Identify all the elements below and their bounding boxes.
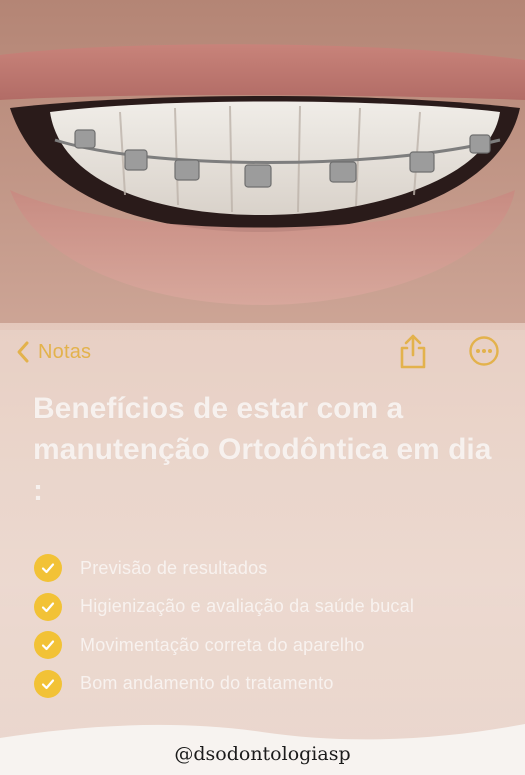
more-icon[interactable] xyxy=(468,335,500,367)
back-button[interactable]: Notas xyxy=(14,335,91,369)
checklist-item: Movimentação correta do aparelho xyxy=(34,626,504,665)
smile-with-braces-photo xyxy=(0,0,525,330)
checkmark-icon[interactable] xyxy=(34,554,62,583)
checklist-item-text: Bom andamento do tratamento xyxy=(80,673,334,694)
back-label: Notas xyxy=(38,340,92,363)
social-handle: @dsodontologiasp xyxy=(174,743,351,765)
notes-nav-bar: Notas xyxy=(0,323,525,381)
checklist-item-text: Previsão de resultados xyxy=(80,557,268,578)
checkmark-icon[interactable] xyxy=(34,669,62,698)
checklist-item: Higienização e avaliação da saúde bucal xyxy=(34,588,504,627)
share-icon[interactable] xyxy=(396,333,430,371)
checkmark-icon[interactable] xyxy=(34,631,62,660)
checklist: Previsão de resultados Higienização e av… xyxy=(34,549,504,703)
checklist-item-text: Higienização e avaliação da saúde bucal xyxy=(80,596,415,617)
checklist-item-text: Movimentação correta do aparelho xyxy=(80,634,365,655)
note-title: Benefícios de estar com a manutenção Ort… xyxy=(33,392,492,507)
checkmark-icon[interactable] xyxy=(34,592,62,621)
checklist-item: Previsão de resultados xyxy=(34,549,504,588)
chevron-left-icon xyxy=(17,341,29,363)
checklist-item: Bom andamento do tratamento xyxy=(34,665,504,704)
